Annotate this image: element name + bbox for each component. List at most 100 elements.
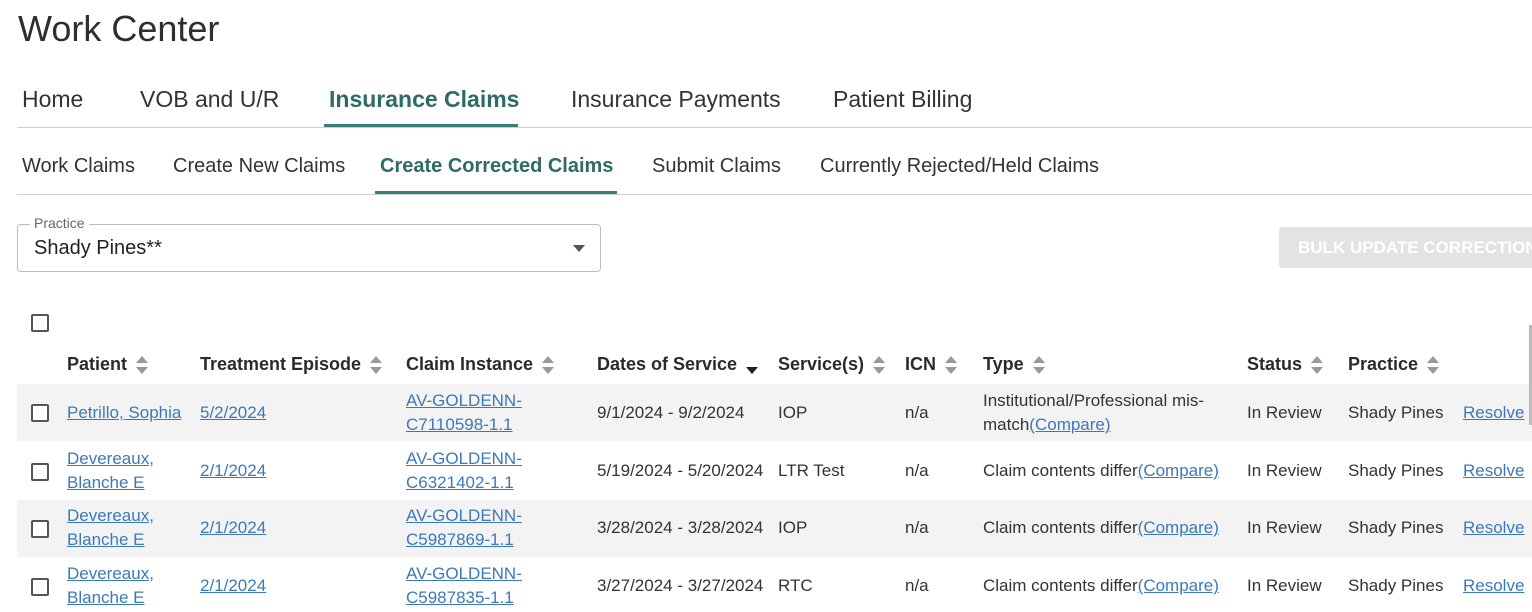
patient-cell: Devereaux, Blanche E (67, 504, 154, 552)
col-header-treatment-episode[interactable]: Treatment Episode (200, 354, 383, 375)
compare-link[interactable]: (Compare) (1029, 415, 1110, 434)
sort-icon[interactable] (1427, 356, 1440, 375)
status-cell: In Review (1247, 461, 1322, 480)
episode-cell: 2/1/2024 (200, 516, 266, 540)
resolve-link[interactable]: Resolve (1463, 518, 1524, 537)
patient-link[interactable]: Blanche E (67, 473, 145, 492)
tab-insurance-claims[interactable]: Insurance Claims (324, 86, 524, 113)
resolve-link[interactable]: Resolve (1463, 461, 1524, 480)
type-text: Claim contents differ (983, 518, 1138, 537)
episode-cell: 5/2/2024 (200, 401, 266, 425)
episode-link[interactable]: 5/2/2024 (200, 403, 266, 422)
chevron-down-icon[interactable] (573, 245, 585, 252)
sort-icon[interactable] (873, 356, 886, 375)
subtab-create-new-claims[interactable]: Create New Claims (168, 155, 350, 178)
icn-cell: n/a (905, 518, 929, 537)
episode-link[interactable]: 2/1/2024 (200, 576, 266, 595)
row-checkbox[interactable] (31, 520, 49, 538)
tab-vob-ur[interactable]: VOB and U/R (135, 86, 284, 113)
main-tabs: Home VOB and U/R Insurance Claims Insura… (17, 72, 1532, 128)
resolve-link[interactable]: Resolve (1463, 403, 1524, 422)
patient-link[interactable]: Blanche E (67, 588, 145, 607)
patient-cell: Devereaux, Blanche E (67, 447, 154, 495)
col-header-label: Dates of Service (597, 354, 738, 374)
practice-cell: Shady Pines (1348, 461, 1444, 480)
sort-icon[interactable] (136, 356, 149, 375)
type-cell: Institutional/Professional mis- match(Co… (983, 389, 1233, 437)
patient-link[interactable]: Blanche E (67, 530, 145, 549)
practice-cell: Shady Pines (1348, 576, 1444, 595)
compare-link[interactable]: (Compare) (1138, 461, 1219, 480)
icn-cell: n/a (905, 461, 929, 480)
col-header-status[interactable]: Status (1247, 354, 1324, 375)
patient-link[interactable]: Devereaux, (67, 506, 154, 525)
col-header-label: Status (1247, 354, 1303, 374)
claim-instance-link[interactable]: C6321402-1.1 (406, 473, 514, 492)
claim-instance-link[interactable]: AV-GOLDENN- (406, 506, 522, 525)
status-cell: In Review (1247, 403, 1322, 422)
subtab-create-corrected-claims[interactable]: Create Corrected Claims (375, 155, 618, 178)
col-header-dates-of-service[interactable]: Dates of Service (597, 354, 759, 375)
claim-instance-link[interactable]: C5987869-1.1 (406, 530, 514, 549)
claim-instance-link[interactable]: AV-GOLDENN- (406, 449, 522, 468)
row-checkbox[interactable] (31, 404, 49, 422)
sort-icon[interactable] (945, 356, 957, 375)
active-tab-indicator (324, 124, 518, 127)
col-header-services[interactable]: Service(s) (778, 354, 886, 375)
dates-cell: 9/1/2024 - 9/2/2024 (597, 403, 745, 422)
patient-link[interactable]: Petrillo, Sophia (67, 403, 181, 422)
subtab-submit-claims[interactable]: Submit Claims (647, 155, 786, 178)
icn-cell: n/a (905, 576, 929, 595)
compare-link[interactable]: (Compare) (1138, 576, 1219, 595)
dates-cell: 5/19/2024 - 5/20/2024 (597, 461, 764, 480)
claim-instance-cell: AV-GOLDENN- C5987869-1.1 (406, 504, 522, 552)
claim-instance-cell: AV-GOLDENN- C5987835-1.1 (406, 562, 522, 610)
select-all-checkbox[interactable] (31, 314, 49, 332)
sort-icon[interactable] (542, 356, 555, 375)
sub-tabs: Work Claims Create New Claims Create Cor… (17, 140, 1532, 195)
table-row: Devereaux, Blanche E 2/1/2024 AV-GOLDENN… (17, 441, 1532, 500)
claim-instance-link[interactable]: AV-GOLDENN- (406, 564, 522, 583)
page-title: Work Center (18, 8, 220, 49)
icn-cell: n/a (905, 403, 929, 422)
col-header-type[interactable]: Type (983, 354, 1045, 375)
compare-link[interactable]: (Compare) (1138, 518, 1219, 537)
col-header-label: Patient (67, 354, 128, 374)
dates-cell: 3/27/2024 - 3/27/2024 (597, 576, 764, 595)
patient-link[interactable]: Devereaux, (67, 564, 154, 583)
type-cell: Claim contents differ(Compare) (983, 459, 1219, 483)
active-subtab-indicator (375, 191, 617, 194)
subtab-work-claims[interactable]: Work Claims (17, 155, 140, 178)
col-header-claim-instance[interactable]: Claim Instance (406, 354, 555, 375)
practice-select[interactable]: Practice Shady Pines** (17, 215, 601, 272)
claim-instance-link[interactable]: C7110598-1.1 (406, 415, 513, 434)
tab-home[interactable]: Home (17, 86, 88, 113)
sort-icon[interactable] (1032, 356, 1045, 375)
col-header-patient[interactable]: Patient (67, 354, 149, 375)
services-cell: IOP (778, 403, 808, 422)
col-header-icn[interactable]: ICN (905, 354, 957, 375)
sort-desc-icon[interactable] (746, 356, 759, 375)
col-header-label: Treatment Episode (200, 354, 362, 374)
bulk-update-corrections-button[interactable]: BULK UPDATE CORRECTIONS (1279, 227, 1532, 268)
sort-icon[interactable] (370, 356, 383, 375)
row-checkbox[interactable] (31, 463, 49, 481)
episode-link[interactable]: 2/1/2024 (200, 461, 266, 480)
table-row: Petrillo, Sophia 5/2/2024 AV-GOLDENN- C7… (17, 384, 1532, 441)
status-cell: In Review (1247, 576, 1322, 595)
episode-link[interactable]: 2/1/2024 (200, 518, 266, 537)
subtab-rejected-held-claims[interactable]: Currently Rejected/Held Claims (815, 155, 1104, 178)
sort-icon[interactable] (1311, 356, 1324, 375)
col-header-label: Claim Instance (406, 354, 534, 374)
type-cell: Claim contents differ(Compare) (983, 516, 1219, 540)
col-header-practice[interactable]: Practice (1348, 354, 1440, 375)
practice-cell: Shady Pines (1348, 518, 1444, 537)
claim-instance-link[interactable]: C5987835-1.1 (406, 588, 514, 607)
patient-link[interactable]: Devereaux, (67, 449, 154, 468)
resolve-cell: Resolve (1463, 401, 1524, 425)
claim-instance-link[interactable]: AV-GOLDENN- (406, 391, 522, 410)
tab-patient-billing[interactable]: Patient Billing (828, 86, 977, 113)
resolve-link[interactable]: Resolve (1463, 576, 1524, 595)
row-checkbox[interactable] (31, 578, 49, 596)
tab-insurance-payments[interactable]: Insurance Payments (566, 86, 786, 113)
